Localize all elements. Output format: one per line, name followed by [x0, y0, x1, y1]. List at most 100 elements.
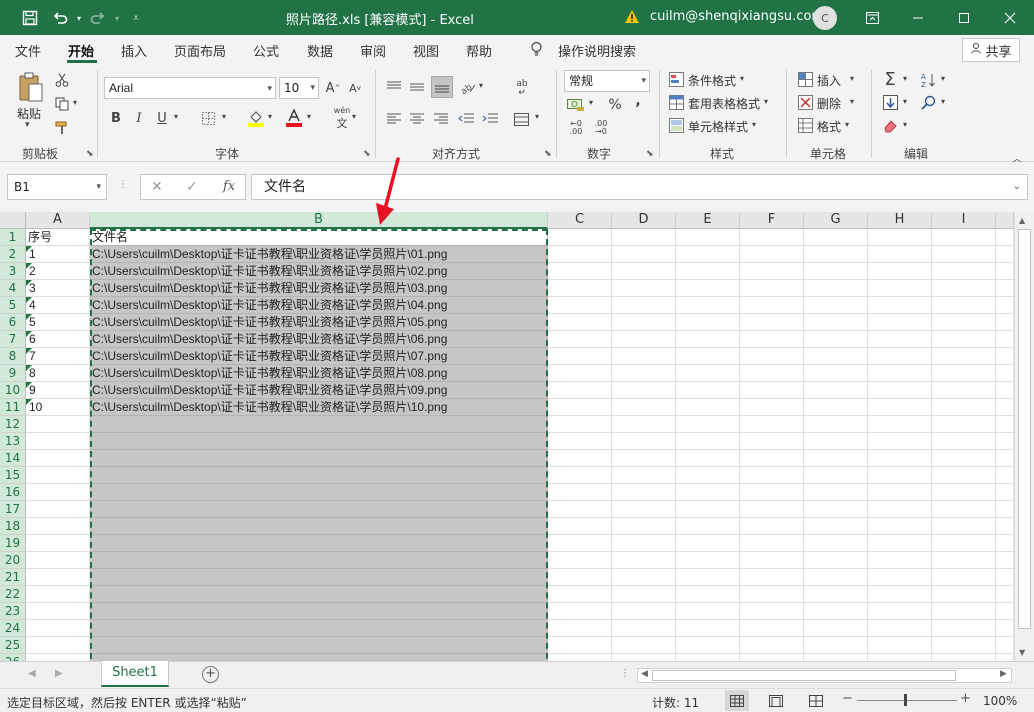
scroll-up-icon[interactable]: ▲ [1019, 216, 1025, 225]
cell-b[interactable] [90, 603, 548, 620]
cell[interactable] [676, 348, 740, 365]
cell-a[interactable]: 4 [26, 297, 90, 314]
cell[interactable] [740, 637, 804, 654]
cell[interactable] [548, 365, 612, 382]
cell[interactable] [612, 637, 676, 654]
cell[interactable] [740, 484, 804, 501]
cell[interactable] [740, 263, 804, 280]
row-header[interactable]: 7 [0, 331, 26, 348]
cell[interactable] [612, 484, 676, 501]
horizontal-scrollbar[interactable]: ◀ ▶ [637, 668, 1012, 683]
cell[interactable] [996, 535, 1014, 552]
cell[interactable] [676, 654, 740, 661]
cell-a[interactable]: 序号 [26, 229, 90, 246]
close-icon[interactable] [998, 6, 1022, 30]
cell-b[interactable] [90, 467, 548, 484]
cell[interactable] [932, 263, 996, 280]
ribbon-display-icon[interactable] [860, 6, 884, 30]
alignment-launcher-icon[interactable]: ⬊ [544, 149, 552, 159]
orientation-dropdown-icon[interactable]: ▾ [479, 81, 483, 90]
cell[interactable] [868, 297, 932, 314]
insert-cells-icon[interactable] [797, 71, 813, 87]
cell[interactable] [548, 450, 612, 467]
cell-a[interactable] [26, 501, 90, 518]
page-layout-view-icon[interactable] [764, 690, 788, 711]
cell-styles-dropdown-icon[interactable]: ▾ [752, 120, 756, 129]
cell-b[interactable]: C:\Users\cuilm\Desktop\证卡证书教程\职业资格证\学员照片… [90, 314, 548, 331]
cell-a[interactable] [26, 654, 90, 661]
next-sheet-icon[interactable]: ▶ [55, 668, 63, 679]
cell[interactable] [548, 416, 612, 433]
expand-formula-icon[interactable]: ⌄ [1013, 175, 1021, 199]
cell[interactable] [612, 263, 676, 280]
cell[interactable] [676, 399, 740, 416]
cell-b[interactable]: C:\Users\cuilm\Desktop\证卡证书教程\职业资格证\学员照片… [90, 399, 548, 416]
cell[interactable] [676, 229, 740, 246]
zoom-slider-track[interactable] [857, 700, 957, 701]
cell[interactable] [804, 569, 868, 586]
row-header[interactable]: 16 [0, 484, 26, 501]
align-bottom-icon[interactable] [431, 76, 453, 98]
cell[interactable] [676, 552, 740, 569]
cell[interactable] [676, 314, 740, 331]
cell[interactable] [548, 348, 612, 365]
cell[interactable] [548, 569, 612, 586]
tab-help[interactable]: 帮助 [466, 41, 492, 60]
cell[interactable] [804, 501, 868, 518]
cell[interactable] [804, 450, 868, 467]
cell[interactable] [548, 637, 612, 654]
horizontal-scroll-thumb[interactable] [652, 670, 956, 681]
cell[interactable] [548, 280, 612, 297]
cell[interactable] [740, 382, 804, 399]
cell[interactable] [612, 518, 676, 535]
cell[interactable] [740, 348, 804, 365]
paste-icon[interactable] [16, 70, 46, 104]
cell-b[interactable] [90, 654, 548, 661]
cell[interactable] [548, 297, 612, 314]
format-as-table-icon[interactable] [668, 94, 684, 110]
cell[interactable] [804, 229, 868, 246]
cell[interactable] [740, 433, 804, 450]
cell[interactable] [868, 535, 932, 552]
cell[interactable] [612, 501, 676, 518]
cell[interactable] [676, 603, 740, 620]
number-format-select[interactable]: 常规 ▾ [564, 70, 650, 92]
percent-button[interactable]: % [607, 96, 623, 114]
column-header-h[interactable]: H [868, 212, 932, 229]
cell[interactable] [868, 586, 932, 603]
cell[interactable] [804, 416, 868, 433]
cell-a[interactable] [26, 569, 90, 586]
tab-split-handle-icon[interactable]: ⋮ [620, 668, 630, 679]
cell-b[interactable]: C:\Users\cuilm\Desktop\证卡证书教程\职业资格证\学员照片… [90, 365, 548, 382]
insert-dropdown-icon[interactable]: ▾ [850, 74, 854, 83]
row-header[interactable]: 12 [0, 416, 26, 433]
cell-b[interactable]: C:\Users\cuilm\Desktop\证卡证书教程\职业资格证\学员照片… [90, 331, 548, 348]
format-dropdown-icon[interactable]: ▾ [845, 120, 849, 129]
row-header[interactable]: 25 [0, 637, 26, 654]
row-header[interactable]: 8 [0, 348, 26, 365]
cell[interactable] [996, 331, 1014, 348]
cell-b[interactable] [90, 450, 548, 467]
cell[interactable] [996, 246, 1014, 263]
column-header-partial[interactable] [996, 212, 1014, 229]
cell[interactable] [804, 263, 868, 280]
cell[interactable] [804, 399, 868, 416]
cell[interactable] [612, 450, 676, 467]
tell-me-search[interactable]: 操作说明搜索 [558, 41, 636, 60]
insert-cells-label[interactable]: 插入 [817, 72, 841, 89]
worksheet-grid[interactable]: A B C D E F G H I 1 序号 文件名 2 1 C:\Users\cuilm… [0, 212, 1034, 661]
cell[interactable] [932, 620, 996, 637]
cell[interactable] [996, 314, 1014, 331]
cell[interactable] [548, 501, 612, 518]
sort-filter-icon[interactable]: AZ [920, 71, 938, 89]
cell[interactable] [676, 416, 740, 433]
scroll-left-icon[interactable]: ◀ [641, 669, 648, 679]
cell[interactable] [804, 280, 868, 297]
comma-button[interactable]: , [631, 92, 645, 110]
tab-formulas[interactable]: 公式 [253, 41, 279, 60]
cell[interactable] [740, 297, 804, 314]
cell[interactable] [676, 365, 740, 382]
cell[interactable] [676, 569, 740, 586]
row-header[interactable]: 17 [0, 501, 26, 518]
cell[interactable] [932, 484, 996, 501]
